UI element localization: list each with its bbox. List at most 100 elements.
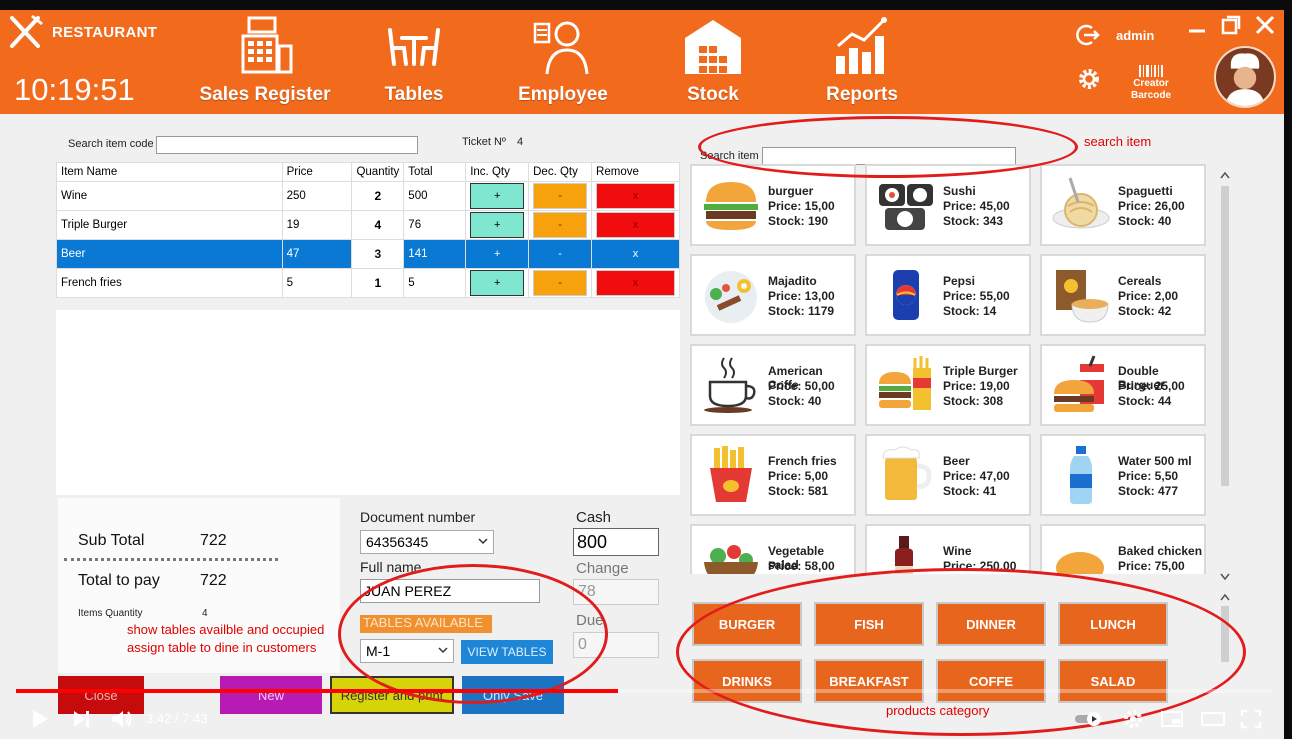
product-stock: Stock: 190 — [768, 214, 829, 228]
product-card[interactable]: French fries Price: 5,00 Stock: 581 — [690, 434, 856, 516]
product-price: Price: 250,00 — [943, 559, 1017, 573]
category-lunch[interactable]: LUNCH — [1058, 602, 1168, 646]
category-fish[interactable]: FISH — [814, 602, 924, 646]
view-tables-button[interactable]: VIEW TABLES — [461, 640, 553, 664]
increase-qty-button[interactable]: + — [470, 270, 525, 296]
product-card[interactable]: Triple Burger Price: 19,00 Stock: 308 — [865, 344, 1031, 426]
subtotal-value: 722 — [200, 532, 227, 549]
decrease-qty-button[interactable]: - — [533, 183, 588, 209]
product-card[interactable]: Double Burguer Price: 25,00 Stock: 44 — [1040, 344, 1206, 426]
col-quantity[interactable]: Quantity — [351, 162, 405, 182]
col-remove[interactable]: Remove — [591, 162, 680, 182]
category-drinks[interactable]: DRINKS — [692, 659, 802, 703]
change-label: Change — [576, 560, 629, 577]
water-bottle-icon — [1070, 446, 1092, 504]
col-price[interactable]: Price — [281, 162, 353, 182]
product-card[interactable]: Vegetable salad Price: 58,00 — [690, 524, 856, 574]
fullscreen-icon[interactable] — [1240, 709, 1262, 729]
item-total: 141 — [403, 239, 467, 269]
nav-stock[interactable]: Stock — [638, 16, 788, 106]
tables-available-label: TABLES AVAILABLE — [360, 615, 492, 633]
product-name: Triple Burger — [943, 364, 1018, 378]
items-qty-label: Items Quantity — [78, 608, 143, 619]
document-number-select[interactable]: 64356345 — [360, 530, 494, 554]
theater-mode-icon[interactable] — [1200, 710, 1226, 728]
product-price: Price: 45,00 — [943, 199, 1010, 213]
remove-item-button[interactable]: x — [596, 241, 675, 267]
product-card[interactable]: Cereals Price: 2,00 Stock: 42 — [1040, 254, 1206, 336]
col-total[interactable]: Total — [403, 162, 467, 182]
nav-reports[interactable]: Reports — [787, 16, 937, 106]
col-item-name[interactable]: Item Name — [56, 162, 283, 182]
autoplay-toggle-icon[interactable] — [1074, 710, 1104, 728]
maximize-icon[interactable] — [1220, 14, 1242, 36]
next-icon[interactable] — [72, 708, 92, 730]
product-card[interactable]: Baked chicken Price: 75,00 — [1040, 524, 1206, 574]
decrease-qty-button[interactable]: - — [533, 212, 588, 238]
play-icon[interactable] — [30, 708, 50, 730]
category-salad[interactable]: SALAD — [1058, 659, 1168, 703]
product-card[interactable]: Sushi Price: 45,00 Stock: 343 — [865, 164, 1031, 246]
full-name-label: Full name — [360, 559, 422, 575]
decrease-qty-button[interactable]: - — [533, 270, 588, 296]
nav-employee[interactable]: Employee — [488, 16, 638, 106]
table-row[interactable]: Triple Burger 19 4 76 + - x — [56, 210, 680, 240]
cash-label: Cash — [576, 509, 612, 526]
remove-item-button[interactable]: x — [596, 270, 675, 296]
category-scrollbar[interactable] — [1218, 590, 1232, 700]
remove-item-button[interactable]: x — [596, 212, 675, 238]
barcode-creator-button[interactable]: Creator Barcode — [1128, 64, 1174, 102]
fork-knife-logo-icon — [10, 14, 43, 48]
increase-qty-button[interactable]: + — [470, 183, 525, 209]
table-row[interactable]: Wine 250 2 500 + - x — [56, 181, 680, 211]
product-card[interactable]: burguer Price: 15,00 Stock: 190 — [690, 164, 856, 246]
burger-icon — [704, 182, 758, 230]
category-coffe[interactable]: COFFE — [936, 659, 1046, 703]
product-card[interactable]: American Coffe Price: 50,00 Stock: 40 — [690, 344, 856, 426]
col-inc-qty[interactable]: Inc. Qty — [465, 162, 530, 182]
remove-item-button[interactable]: x — [596, 183, 675, 209]
item-price: 47 — [281, 239, 353, 269]
product-scrollbar[interactable] — [1218, 168, 1232, 584]
decrease-qty-button[interactable]: - — [533, 241, 588, 267]
minimize-icon[interactable] — [1186, 14, 1208, 36]
category-breakfast[interactable]: BREAKFAST — [814, 659, 924, 703]
cash-input[interactable]: 800 — [573, 528, 659, 556]
close-window-icon[interactable] — [1254, 14, 1276, 36]
product-price: Price: 5,00 — [768, 469, 829, 483]
product-card[interactable]: Water 500 ml Price: 5,50 Stock: 477 — [1040, 434, 1206, 516]
increase-qty-button[interactable]: + — [470, 241, 525, 267]
col-dec-qty[interactable]: Dec. Qty — [528, 162, 593, 182]
search-code-input[interactable] — [156, 136, 418, 154]
video-progress-bar[interactable] — [16, 689, 1272, 693]
nav-sales-register[interactable]: Sales Register — [190, 16, 340, 106]
product-price: Price: 19,00 — [943, 379, 1010, 393]
settings-icon[interactable] — [1122, 708, 1144, 730]
product-stock: Stock: 14 — [943, 304, 997, 318]
volume-icon[interactable] — [110, 707, 134, 731]
logout-icon[interactable] — [1074, 22, 1100, 48]
table-row[interactable]: French fries 5 1 5 + - x — [56, 268, 680, 298]
product-card[interactable]: Wine Price: 250,00 — [865, 524, 1031, 574]
search-item-label: Search item — [700, 150, 759, 162]
sushi-icon — [879, 184, 933, 230]
table-row-selected[interactable]: Beer 47 3 141 + - x — [56, 239, 680, 269]
nav-tables[interactable]: Tables — [339, 16, 489, 106]
item-price: 250 — [281, 181, 353, 211]
product-card[interactable]: Majadito Price: 13,00 Stock: 1179 — [690, 254, 856, 336]
nav-label: Sales Register — [199, 84, 331, 105]
document-number-value: 64356345 — [366, 534, 429, 550]
product-card[interactable]: Pepsi Price: 55,00 Stock: 14 — [865, 254, 1031, 336]
category-dinner[interactable]: DINNER — [936, 602, 1046, 646]
search-item-input[interactable] — [762, 147, 1016, 165]
warehouse-icon — [685, 20, 741, 74]
product-card[interactable]: Beer Price: 47,00 Stock: 41 — [865, 434, 1031, 516]
category-burger[interactable]: BURGER — [692, 602, 802, 646]
full-name-input[interactable]: JUAN PEREZ — [360, 579, 540, 603]
table-select[interactable]: M-1 — [360, 639, 454, 663]
gear-icon[interactable] — [1076, 66, 1102, 92]
increase-qty-button[interactable]: + — [470, 212, 525, 238]
salad-icon — [704, 545, 758, 574]
miniplayer-icon[interactable] — [1160, 710, 1184, 728]
product-card[interactable]: Spaguetti Price: 26,00 Stock: 40 — [1040, 164, 1206, 246]
